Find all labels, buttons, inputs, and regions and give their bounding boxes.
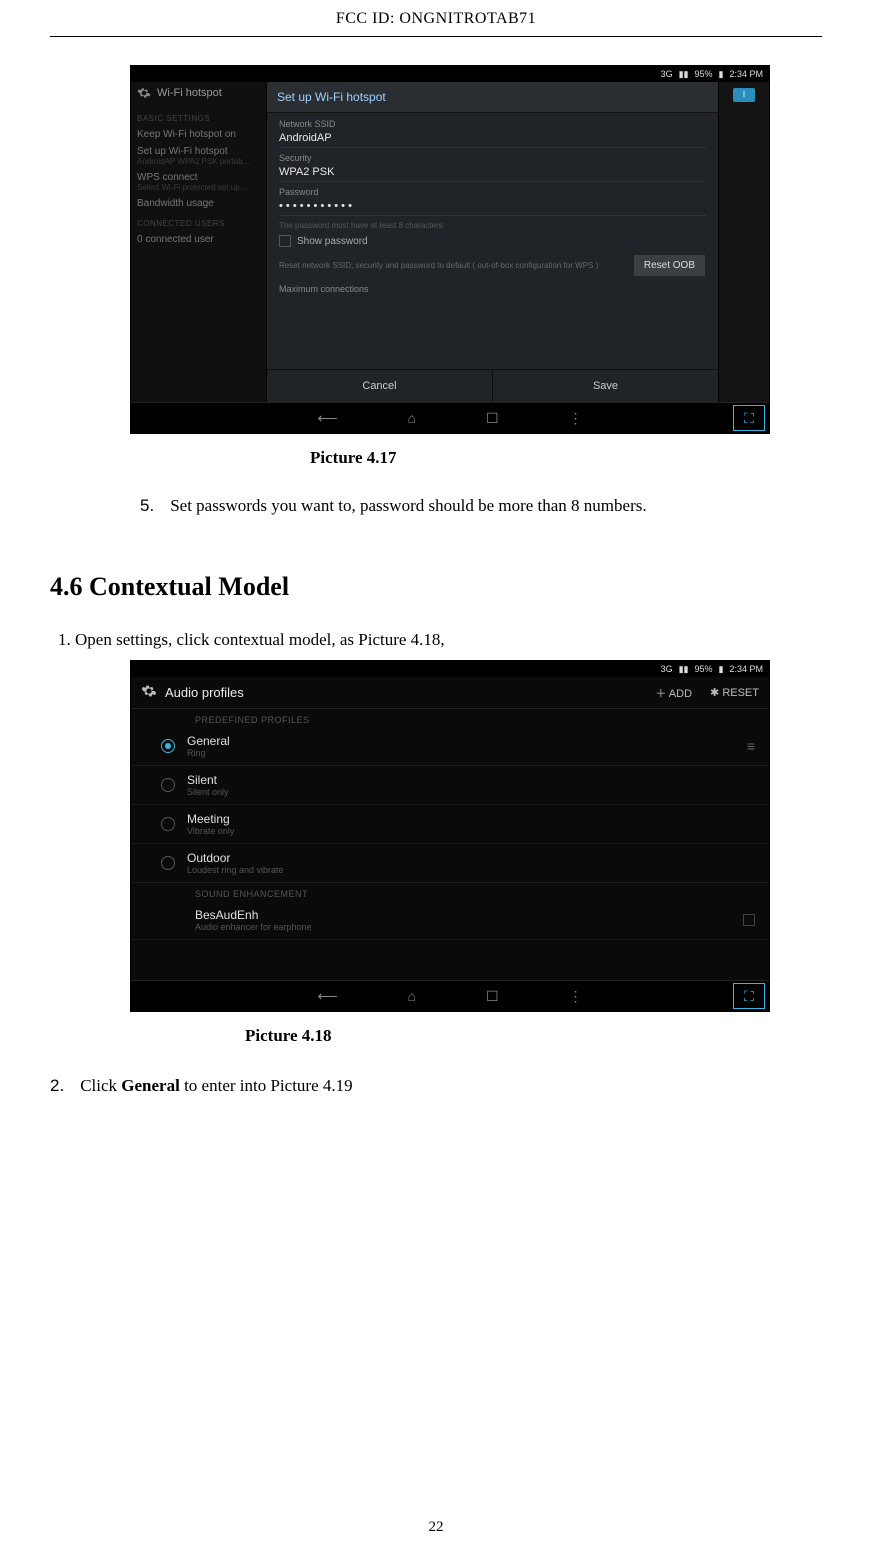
wifi-hotspot-dialog: Set up Wi-Fi hotspot Network SSID Androi… [266, 82, 718, 402]
list-item-2: 2. Click General to enter into Picture 4… [50, 1076, 822, 1096]
reset-oob-button[interactable]: Reset OOB [633, 254, 706, 277]
section-connected: CONNECTED USERS [137, 219, 260, 228]
settings-left-panel: Wi-Fi hotspot BASIC SETTINGS Keep Wi-Fi … [131, 82, 266, 402]
list-number: 2. [50, 1076, 64, 1096]
page-header: FCC ID: ONGNITROTAB71 [50, 0, 822, 37]
profile-sub: Loudest ring and vibrate [187, 865, 755, 875]
nav-bar: ⟵ ⌂ ☐ ⋮ ⛶ [131, 980, 769, 1011]
gear-icon [137, 86, 151, 100]
section-predefined: PREDEFINED PROFILES [131, 709, 769, 727]
left-item: 0 connected user [137, 234, 260, 245]
audio-header: Audio profiles ＋ ADD ✱ RESET [131, 677, 769, 709]
status-time: 2:34 PM [729, 69, 763, 79]
profile-title: Meeting [187, 812, 755, 826]
show-password-label: Show password [297, 236, 368, 247]
signal-text: 3G [661, 69, 673, 79]
screenshot-audio-profiles: 3G ▮▮ 95% ▮ 2:34 PM Audio profiles ＋ ADD… [130, 660, 770, 1012]
dialog-title: Set up Wi-Fi hotspot [267, 82, 718, 113]
signal-text: 3G [661, 664, 673, 674]
profile-sub: Ring [187, 748, 735, 758]
recents-icon[interactable]: ☐ [486, 410, 499, 427]
bes-checkbox[interactable] [743, 914, 755, 926]
left-item[interactable]: Bandwidth usage [137, 198, 260, 209]
paragraph: 1. Open settings, click contextual model… [58, 630, 822, 650]
screenshot-wifi-hotspot: 3G ▮▮ 95% ▮ 2:34 PM Wi-Fi hotspot BASIC … [130, 65, 770, 434]
battery-pct: 95% [695, 69, 713, 79]
radio-icon[interactable] [161, 778, 175, 792]
battery-icon: ▮ [719, 664, 724, 675]
left-item-sub: AndroidAP WPA2 PSK portab… [137, 157, 260, 166]
password-hint: The password must have at least 8 charac… [279, 221, 706, 230]
back-icon[interactable]: ⟵ [317, 410, 337, 427]
save-button[interactable]: Save [493, 370, 718, 402]
left-title: Wi-Fi hotspot [157, 87, 222, 99]
back-icon[interactable]: ⟵ [317, 988, 337, 1005]
list-text: Click General to enter into Picture 4.19 [80, 1076, 352, 1096]
section-basic: BASIC SETTINGS [137, 114, 260, 123]
max-conn-label: Maximum connections [279, 284, 706, 294]
list-item-5: 5. Set passwords you want to, password s… [140, 496, 822, 516]
signal-icon: ▮▮ [679, 69, 689, 80]
menu-icon[interactable]: ⋮ [569, 988, 583, 1005]
profile-title: Outdoor [187, 851, 755, 865]
gear-icon [141, 683, 157, 702]
show-password-checkbox[interactable] [279, 235, 291, 247]
fcc-label: FCC ID: [336, 10, 395, 27]
profile-row-meeting[interactable]: Meeting Vibrate only [131, 805, 769, 844]
add-button[interactable]: ＋ ADD [655, 685, 692, 701]
reset-description: Reset network SSID, security and passwor… [279, 261, 625, 271]
nav-bar: ⟵ ⌂ ☐ ⋮ ⛶ [131, 402, 769, 433]
profile-title: General [187, 734, 735, 748]
radio-icon[interactable] [161, 739, 175, 753]
profile-title: Silent [187, 773, 755, 787]
besaudenh-row[interactable]: BesAudEnh Audio enhancer for earphone [131, 901, 769, 940]
signal-icon: ▮▮ [679, 664, 689, 675]
screenshot-icon[interactable]: ⛶ [733, 405, 765, 431]
battery-pct: 95% [695, 664, 713, 674]
security-label: Security [279, 153, 706, 163]
security-select[interactable]: WPA2 PSK [279, 166, 706, 182]
profile-row-outdoor[interactable]: Outdoor Loudest ring and vibrate [131, 844, 769, 883]
status-bar: 3G ▮▮ 95% ▮ 2:34 PM [131, 66, 769, 82]
figure-caption: Picture 4.18 [245, 1026, 822, 1046]
left-item[interactable]: WPS connect [137, 172, 260, 183]
bes-title: BesAudEnh [195, 908, 731, 922]
figure-caption: Picture 4.17 [310, 448, 822, 468]
status-time: 2:34 PM [729, 664, 763, 674]
home-icon[interactable]: ⌂ [408, 988, 416, 1004]
recents-icon[interactable]: ☐ [486, 988, 499, 1005]
password-input[interactable]: • • • • • • • • • • • [279, 200, 706, 216]
hotspot-toggle[interactable]: I [733, 88, 755, 102]
radio-icon[interactable] [161, 817, 175, 831]
profile-sub: Vibrate only [187, 826, 755, 836]
ssid-input[interactable]: AndroidAP [279, 132, 706, 148]
radio-icon[interactable] [161, 856, 175, 870]
list-number: 5. [140, 496, 154, 516]
list-text: Set passwords you want to, password shou… [170, 496, 646, 516]
profile-row-silent[interactable]: Silent Silent only [131, 766, 769, 805]
ssid-label: Network SSID [279, 119, 706, 129]
cancel-button[interactable]: Cancel [267, 370, 493, 402]
screenshot-icon[interactable]: ⛶ [733, 983, 765, 1009]
profile-sub: Silent only [187, 787, 755, 797]
password-label: Password [279, 187, 706, 197]
reset-button[interactable]: ✱ RESET [710, 686, 759, 699]
audio-title: Audio profiles [165, 685, 244, 700]
status-bar: 3G ▮▮ 95% ▮ 2:34 PM [131, 661, 769, 677]
battery-icon: ▮ [719, 69, 724, 80]
sliders-icon[interactable]: ≡ [747, 738, 755, 754]
bes-sub: Audio enhancer for earphone [195, 922, 731, 932]
page-number: 22 [0, 1519, 872, 1536]
left-item-sub: Select Wi-Fi protected set up… [137, 183, 260, 192]
menu-icon[interactable]: ⋮ [569, 410, 583, 427]
section-heading: 4.6 Contextual Model [50, 572, 822, 602]
left-item[interactable]: Set up Wi-Fi hotspot [137, 146, 260, 157]
right-strip: I [718, 82, 769, 402]
home-icon[interactable]: ⌂ [408, 410, 416, 426]
fcc-id: ONGNITROTAB71 [399, 10, 536, 27]
left-item[interactable]: Keep Wi-Fi hotspot on [137, 129, 260, 140]
section-sound-enh: SOUND ENHANCEMENT [131, 883, 769, 901]
profile-row-general[interactable]: General Ring ≡ [131, 727, 769, 766]
